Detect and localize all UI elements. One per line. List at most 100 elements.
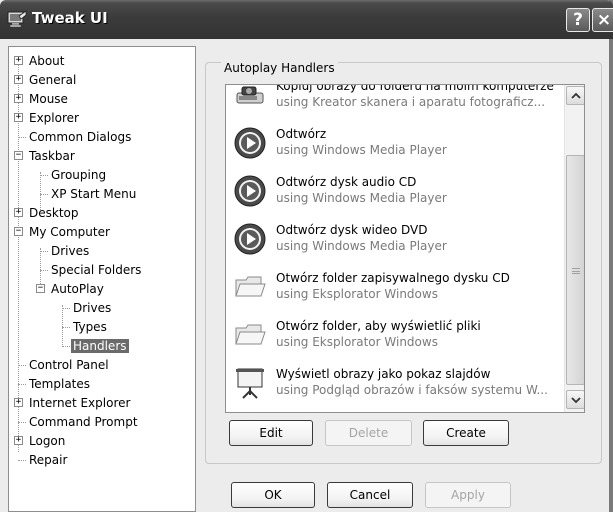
tree-connector-line [62,308,70,309]
tweak-ui-window: Tweak UI ? × + About + General + Mouse + Explor… [0,0,613,512]
window-title: Tweak UI [32,9,108,27]
cancel-button[interactable]: Cancel [327,482,413,508]
apply-button[interactable]: Apply [425,482,511,508]
title-bar[interactable]: Tweak UI ? × [0,0,613,39]
tree-connector-line [40,251,48,252]
tree-item[interactable]: + Internet Explorer [14,394,132,412]
group-label: Autoplay Handlers [221,61,338,75]
handler-list-item[interactable]: Odtwórz dysk wideo DVD using Windows Medi… [226,215,563,263]
create-button[interactable]: Create [423,420,509,446]
handler-name: Kopiuj obrazy do folderu na moim kompute… [276,84,554,93]
tree-connector-line [40,175,48,176]
handler-list-item[interactable]: Odtwórz dysk audio CD using Windows Media… [226,167,563,215]
tree-item[interactable]: Grouping [40,166,108,184]
tree-item-label: Grouping [51,168,107,182]
tree-item-label: Common Dialogs [29,130,132,144]
tree-item[interactable]: Drives [40,242,91,260]
scroll-thumb[interactable] [566,155,584,385]
tree-item[interactable]: Command Prompt [18,413,140,431]
media-play-icon [234,175,266,207]
ok-button[interactable]: OK [231,482,315,508]
tree-item[interactable]: Common Dialogs [18,128,133,146]
handler-list-item[interactable]: Otwórz folder, aby wyświetlić pliki using… [226,311,563,359]
handler-application: using Windows Media Player [276,191,447,205]
tree-item-label: My Computer [29,225,110,239]
tree-item[interactable]: Drives [62,299,113,317]
tree-connector-line [18,365,26,366]
expander-icon[interactable]: − [36,284,45,293]
expander-icon[interactable]: + [14,56,23,65]
media-play-icon [234,223,266,255]
tree-item[interactable]: + Explorer [14,109,81,127]
expander-icon[interactable]: + [14,436,23,445]
tree-item[interactable]: + Mouse [14,90,70,108]
help-button[interactable]: ? [566,8,590,32]
tree-item-label: XP Start Menu [51,187,137,201]
tree-item[interactable]: + About [14,52,66,70]
tree-item-label: Templates [29,377,91,391]
close-button[interactable]: × [592,8,613,32]
tree-connector-line [40,248,41,288]
tree-item[interactable]: − Taskbar [14,147,77,165]
tree-item[interactable]: + Desktop [14,204,81,222]
delete-button[interactable]: Delete [325,420,412,446]
scroll-up-button[interactable] [566,86,584,105]
expander-icon[interactable]: + [14,75,23,84]
tree-connector-line [62,305,63,345]
handler-name: Wyświetl obrazy jako pokaz slajdów [276,367,491,381]
tree-item[interactable]: Special Folders [40,261,143,279]
handler-list-item[interactable]: Kopiuj obrazy do folderu na moim kompute… [226,84,563,119]
tree-item-label: Explorer [29,111,79,125]
expander-icon[interactable]: + [14,208,23,217]
vertical-scrollbar[interactable] [564,85,584,412]
expander-icon[interactable]: − [14,227,23,236]
handler-application: using Kreator skanera i aparatu fotograf… [276,95,546,109]
tree-item-label: Handlers [71,339,129,353]
tree-item-label: General [29,73,77,87]
tree-item[interactable]: Repair [18,451,69,469]
tree-connector-line [18,384,26,385]
expander-icon[interactable]: − [14,151,23,160]
scanner-camera-icon [234,85,266,111]
handler-list-item[interactable]: Otwórz folder zapisywalnego dysku CD usin… [226,263,563,311]
expander-icon[interactable]: + [14,94,23,103]
folder-icon [234,271,266,303]
handler-list-item[interactable]: Odtwórz using Windows Media Player [226,119,563,167]
tree-item[interactable]: + Logon [14,432,67,450]
tweak-ui-app-icon [7,10,27,28]
tree-item-label: Desktop [29,206,79,220]
handler-name: Odtwórz dysk wideo DVD [276,223,428,237]
tree-item-label: Drives [51,244,90,258]
handlers-list[interactable]: Kopiuj obrazy do folderu na moim kompute… [225,84,585,413]
handler-application: using Windows Media Player [276,143,447,157]
tree-connector-line [40,194,48,195]
tree-item-label: AutoPlay [51,282,104,296]
tree-item[interactable]: Types [62,318,109,336]
tree-item[interactable]: − My Computer [14,223,112,241]
tree-item[interactable]: XP Start Menu [40,185,138,203]
handler-list-item[interactable]: Wyświetl obrazy jako pokaz slajdów using … [226,359,563,407]
handler-name: Otwórz folder, aby wyświetlić pliki [276,319,481,333]
tree-item[interactable]: + General [14,71,78,89]
chevron-up-icon [570,92,581,99]
tree-item[interactable]: Control Panel [18,356,111,374]
tree-item-label: Taskbar [29,149,75,163]
category-tree[interactable]: + About + General + Mouse + Explorer Common Dial… [8,46,196,512]
handler-application: using Eksplorator Windows [276,335,438,349]
tree-item[interactable]: Templates [18,375,92,393]
edit-button[interactable]: Edit [229,420,313,446]
tree-item-label: Types [73,320,107,334]
handler-application: using Windows Media Player [276,239,447,253]
scroll-down-button[interactable] [566,390,584,409]
handler-name: Odtwórz dysk audio CD [276,175,417,189]
tree-item[interactable]: − AutoPlay [36,280,106,298]
tree-item[interactable]: Handlers [62,337,129,355]
slideshow-projector-icon [234,367,266,399]
tree-item-label: Special Folders [51,263,142,277]
expander-icon[interactable]: + [14,398,23,407]
expander-icon[interactable]: + [14,113,23,122]
tree-connector-line [18,137,26,138]
tree-connector-line [62,327,70,328]
tree-connector-line [18,460,26,461]
tree-item-label: Drives [73,301,112,315]
